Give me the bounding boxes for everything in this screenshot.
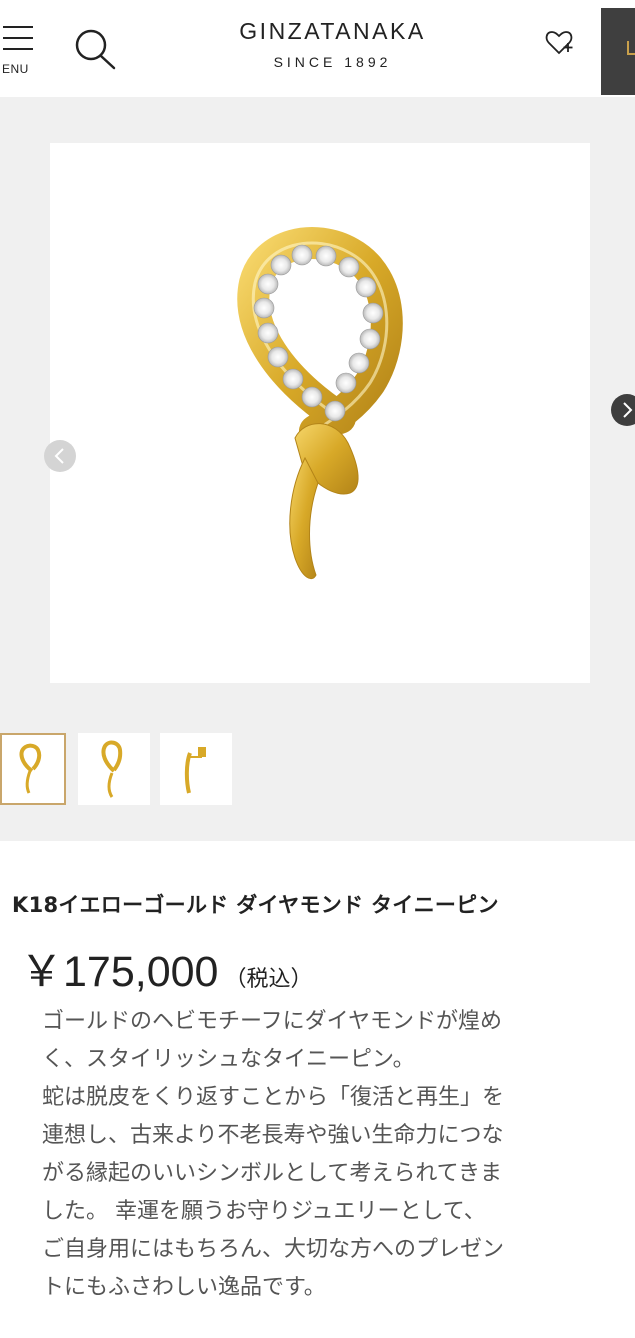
cart-button[interactable] <box>601 8 635 95</box>
hamburger-icon-bar <box>3 37 33 39</box>
heart-plus-icon <box>545 31 573 55</box>
thumbnail-2[interactable] <box>78 733 150 805</box>
cart-icon <box>627 41 635 55</box>
thumbnail-1[interactable] <box>0 733 66 805</box>
snake-pin-side-thumbnail <box>101 740 123 798</box>
product-price: ￥175,000 <box>20 948 219 996</box>
description-line: く、スタイリッシュなタイニーピン。 <box>42 1047 415 1072</box>
description-line: ご自身用にはもちろん、大切な方へのプレゼン <box>42 1237 505 1262</box>
search-button[interactable] <box>70 25 118 73</box>
main-product-image[interactable] <box>44 143 590 683</box>
wishlist-button[interactable] <box>545 27 577 57</box>
brand-logo[interactable]: GINZATANAKA SINCE 1892 <box>185 18 480 70</box>
description-line: ゴールドのヘビモチーフにダイヤモンドが煌め <box>42 1009 503 1034</box>
chevron-left-icon <box>54 448 64 464</box>
description-line: した。 幸運を願うお守りジュエリーとして、 <box>42 1199 486 1224</box>
description-line: 連想し、古来より不老長寿や強い生命力につな <box>42 1123 504 1148</box>
chevron-right-icon <box>623 402 633 418</box>
snake-pin-image <box>237 227 403 580</box>
description-line: トにもふさわしい逸品です。 <box>42 1275 326 1300</box>
search-icon <box>75 29 116 70</box>
tax-label: （税込） <box>224 967 313 992</box>
menu-label: ENU <box>2 62 29 76</box>
snake-pin-thumbnail <box>19 743 42 794</box>
product-info: K18イエローゴールド ダイヤモンド タイニーピン ￥175,000 （税込） ゴ… <box>0 841 635 1338</box>
description-line: 蛇は脱皮をくり返すことから「復活と再生」を <box>42 1085 505 1110</box>
site-header: ENU GINZATANAKA SINCE 1892 <box>0 0 635 97</box>
next-image-button[interactable] <box>611 394 635 426</box>
logo-main-text: GINZATANAKA <box>239 18 426 44</box>
hamburger-icon <box>3 26 33 28</box>
logo-sub-text: SINCE 1892 <box>273 54 392 70</box>
product-title: K18イエローゴールド ダイヤモンド タイニーピン <box>12 893 499 917</box>
description-line: がる縁起のいいシンボルとして考えられてきま <box>42 1161 503 1186</box>
prev-image-button[interactable] <box>44 440 76 472</box>
thumbnail-strip <box>0 733 635 805</box>
price-row: ￥175,000 （税込） <box>20 937 312 999</box>
snake-pin-back-thumbnail <box>184 747 206 794</box>
product-description: ゴールドのヘビモチーフにダイヤモンドが煌め く、スタイリッシュなタイニーピン。 … <box>42 1003 612 1307</box>
hamburger-icon-bar <box>3 48 33 50</box>
thumbnail-3[interactable] <box>160 733 232 805</box>
product-gallery <box>0 97 635 841</box>
